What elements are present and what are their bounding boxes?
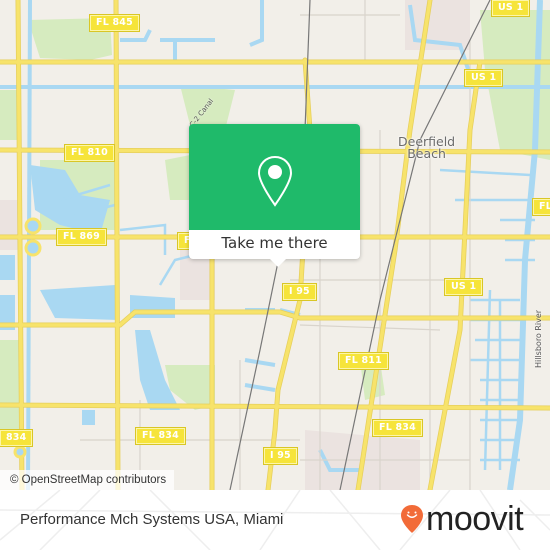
place-title: Performance Mch Systems USA, Miami	[20, 511, 284, 528]
road-shield: FL 834	[372, 419, 423, 437]
road-shield: US 1	[463, 69, 504, 87]
popup-pointer	[269, 258, 287, 267]
lake	[82, 410, 95, 425]
map-attribution[interactable]: © OpenStreetMap contributors	[0, 470, 175, 490]
moovit-pin-icon	[401, 505, 423, 533]
waterway	[119, 223, 167, 255]
road-shield: FL 810	[64, 144, 115, 162]
road-shield: 834	[0, 429, 34, 447]
moovit-wordmark: moovit	[426, 500, 524, 538]
lake	[40, 285, 118, 320]
interchange-loop	[24, 239, 42, 257]
place-label-line: Beach	[407, 146, 446, 161]
moovit-logo[interactable]: moovit	[400, 500, 524, 538]
river-label: Hillsboro River	[534, 309, 543, 368]
road-shield: US 1	[490, 0, 531, 17]
interchange-loop	[13, 445, 27, 459]
map-view[interactable]: FL 845 US 1 US 1 FL 810 FL 869 F FL I 95…	[0, 0, 550, 490]
place-label-deerfield-beach: Deerfield Beach	[398, 135, 455, 161]
road-shield: I 95	[282, 283, 317, 301]
road-shield: I 95	[263, 447, 298, 465]
location-popup: Take me there	[189, 124, 360, 267]
canal	[249, 0, 264, 47]
lake	[0, 255, 15, 280]
road-shield: FL 834	[135, 427, 186, 445]
road-shield: FL 869	[56, 228, 107, 246]
canal	[120, 29, 152, 42]
popup-header	[189, 124, 360, 230]
canal	[244, 358, 276, 392]
waterway	[439, 168, 531, 202]
map-pin-icon	[257, 155, 293, 207]
road-shield: FL 811	[338, 352, 389, 370]
take-me-there-button[interactable]: Take me there	[189, 230, 360, 259]
urban-area	[0, 200, 20, 250]
road-shield: FL 845	[89, 14, 140, 32]
lake	[130, 295, 175, 318]
interchange-loop	[24, 217, 42, 235]
footer-bar: Performance Mch Systems USA, Miami moovi…	[0, 490, 550, 550]
park-area	[165, 155, 190, 200]
waterway	[470, 298, 520, 462]
road-shield: FL	[532, 198, 550, 216]
road-shield: US 1	[443, 278, 484, 296]
park-area	[0, 90, 18, 140]
